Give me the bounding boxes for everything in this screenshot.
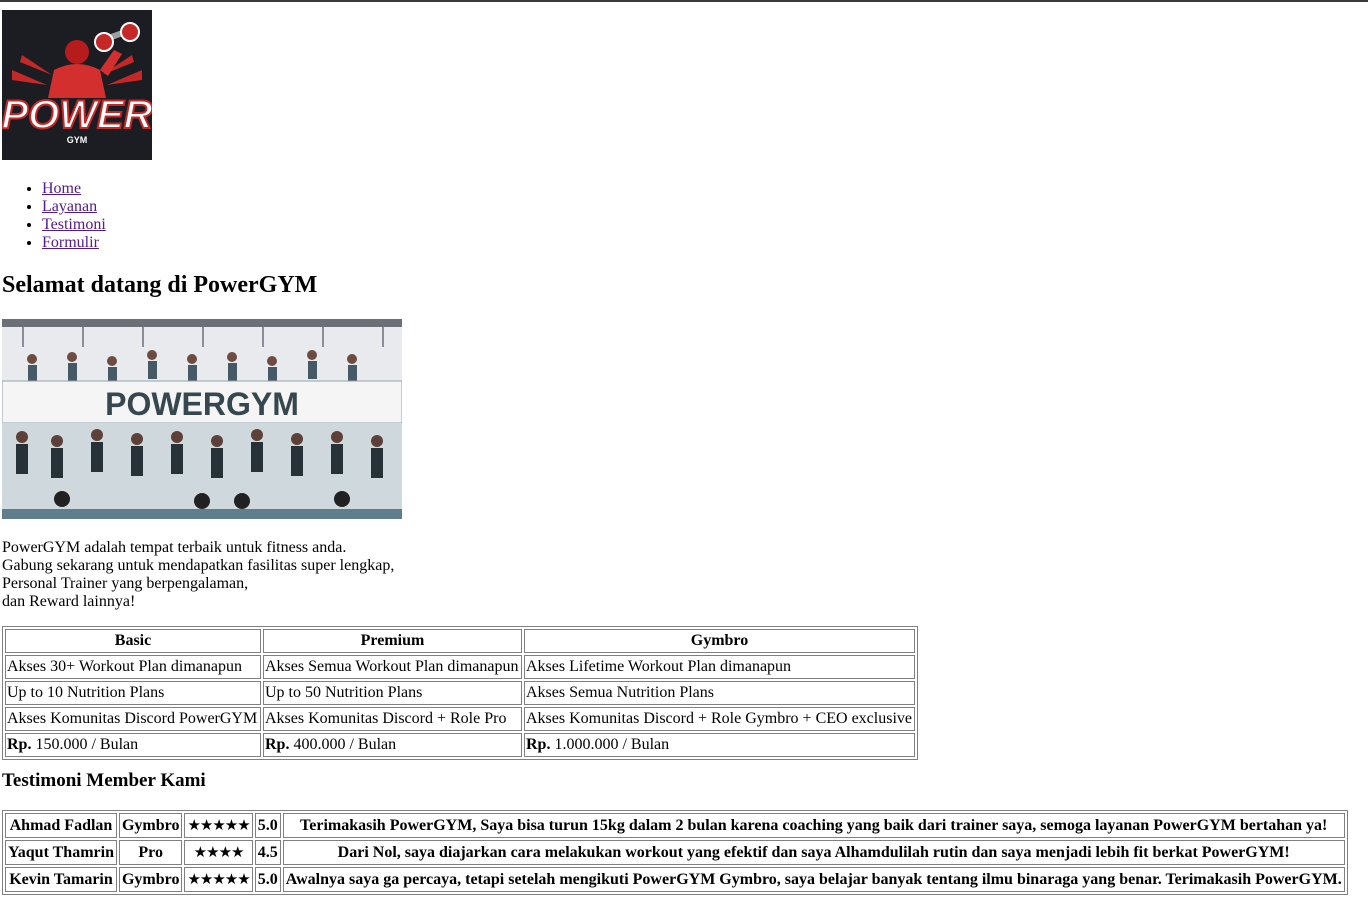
nav-item-testimoni: Testimoni bbox=[42, 216, 106, 234]
member-plan: Pro bbox=[118, 840, 183, 865]
pricing-cell: Akses Komunitas Discord PowerGYM bbox=[5, 707, 261, 731]
star-rating-icon: ★★★★ bbox=[184, 840, 253, 865]
pricing-cell: Up to 10 Nutrition Plans bbox=[5, 681, 261, 705]
nav-link-testimoni[interactable]: Testimoni bbox=[42, 216, 106, 233]
price-amount: 400.000 / Bulan bbox=[293, 736, 397, 753]
pricing-header-gymbro: Gymbro bbox=[524, 629, 915, 653]
pricing-price-row: Rp. 150.000 / Bulan Rp. 400.000 / Bulan … bbox=[5, 733, 915, 757]
pricing-cell: Up to 50 Nutrition Plans bbox=[263, 681, 522, 705]
powergym-logo: POWER GYM bbox=[2, 10, 152, 160]
pricing-cell: Akses Komunitas Discord + Role Gymbro + … bbox=[524, 707, 915, 731]
intro-line: Gabung sekarang untuk mendapatkan fasili… bbox=[2, 557, 395, 574]
testimonial-row: Ahmad Fadlan Gymbro ★★★★★ 5.0 Terimakasi… bbox=[5, 813, 1345, 838]
pricing-header-premium: Premium bbox=[263, 629, 522, 653]
pricing-cell: Akses Semua Workout Plan dimanapun bbox=[263, 655, 522, 679]
logo-wordmark: POWER bbox=[2, 93, 152, 137]
testimonial-text: Dari Nol, saya diajarkan cara melakukan … bbox=[282, 840, 1345, 865]
member-name: Kevin Tamarin bbox=[5, 867, 117, 892]
testimonial-text: Terimakasih PowerGYM, Saya bisa turun 15… bbox=[282, 813, 1345, 838]
pricing-cell: Akses Semua Nutrition Plans bbox=[524, 681, 915, 705]
logo-subword: GYM bbox=[67, 135, 88, 145]
hero-banner-text: POWERGYM bbox=[105, 386, 299, 422]
nav-link-home[interactable]: Home bbox=[42, 180, 81, 197]
star-rating-icon: ★★★★★ bbox=[184, 867, 253, 892]
testimonials-heading: Testimoni Member Kami bbox=[2, 770, 206, 791]
hero-image: POWERGYM bbox=[2, 319, 402, 519]
pricing-row: Akses Komunitas Discord PowerGYM Akses K… bbox=[5, 707, 915, 731]
nav-link-formulir[interactable]: Formulir bbox=[42, 234, 99, 251]
pricing-cell: Akses Komunitas Discord + Role Pro bbox=[263, 707, 522, 731]
star-rating-icon: ★★★★★ bbox=[184, 813, 253, 838]
page-title: Selamat datang di PowerGYM bbox=[2, 272, 318, 298]
price-basic: Rp. 150.000 / Bulan bbox=[5, 733, 261, 757]
member-plan: Gymbro bbox=[118, 867, 183, 892]
pricing-row: Akses 30+ Workout Plan dimanapun Akses S… bbox=[5, 655, 915, 679]
rating-value: 5.0 bbox=[254, 813, 281, 838]
testimonial-row: Yaqut Thamrin Pro ★★★★ 4.5 Dari Nol, say… bbox=[5, 840, 1345, 865]
price-premium: Rp. 400.000 / Bulan bbox=[263, 733, 522, 757]
nav-item-layanan: Layanan bbox=[42, 198, 106, 216]
member-name: Ahmad Fadlan bbox=[5, 813, 117, 838]
pricing-row: Up to 10 Nutrition Plans Up to 50 Nutrit… bbox=[5, 681, 915, 705]
nav-link-layanan[interactable]: Layanan bbox=[42, 198, 97, 215]
intro-text: PowerGYM adalah tempat terbaik untuk fit… bbox=[2, 539, 394, 611]
price-amount: 1.000.000 / Bulan bbox=[554, 736, 670, 753]
main-navigation: Home Layanan Testimoni Formulir bbox=[0, 180, 106, 252]
pricing-table: Basic Premium Gymbro Akses 30+ Workout P… bbox=[2, 626, 918, 760]
price-currency: Rp. bbox=[526, 736, 551, 753]
member-name: Yaqut Thamrin bbox=[5, 840, 117, 865]
window-top-border bbox=[0, 0, 1368, 2]
pricing-header-row: Basic Premium Gymbro bbox=[5, 629, 915, 653]
price-gymbro: Rp. 1.000.000 / Bulan bbox=[524, 733, 915, 757]
nav-item-formulir: Formulir bbox=[42, 234, 106, 252]
member-plan: Gymbro bbox=[118, 813, 183, 838]
rating-value: 5.0 bbox=[254, 867, 281, 892]
rating-value: 4.5 bbox=[254, 840, 281, 865]
intro-line: PowerGYM adalah tempat terbaik untuk fit… bbox=[2, 539, 347, 556]
price-currency: Rp. bbox=[7, 736, 32, 753]
price-currency: Rp. bbox=[265, 736, 290, 753]
pricing-header-basic: Basic bbox=[5, 629, 261, 653]
nav-item-home: Home bbox=[42, 180, 106, 198]
testimonial-row: Kevin Tamarin Gymbro ★★★★★ 5.0 Awalnya s… bbox=[5, 867, 1345, 892]
testimonials-table: Ahmad Fadlan Gymbro ★★★★★ 5.0 Terimakasi… bbox=[2, 810, 1348, 895]
pricing-cell: Akses Lifetime Workout Plan dimanapun bbox=[524, 655, 915, 679]
intro-line: Personal Trainer yang berpengalaman, bbox=[2, 575, 249, 592]
intro-line: dan Reward lainnya! bbox=[2, 593, 136, 610]
pricing-cell: Akses 30+ Workout Plan dimanapun bbox=[5, 655, 261, 679]
testimonial-text: Awalnya saya ga percaya, tetapi setelah … bbox=[282, 867, 1345, 892]
price-amount: 150.000 / Bulan bbox=[35, 736, 139, 753]
